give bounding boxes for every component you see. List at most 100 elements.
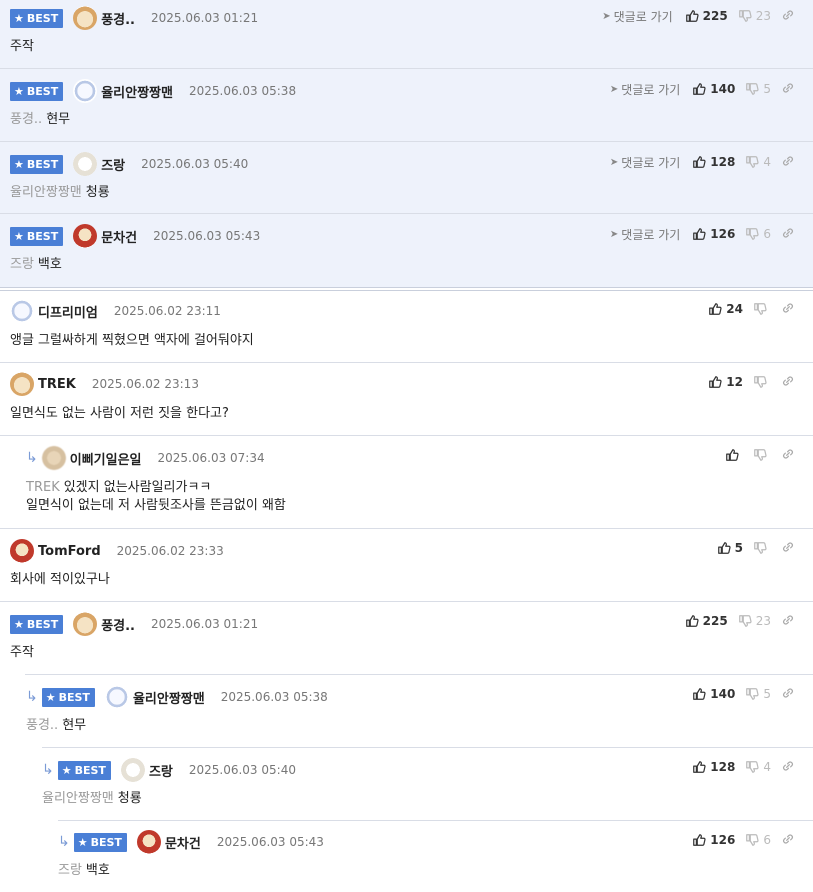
quoted-author[interactable]: 즈랑 (10, 257, 34, 272)
best-badge: ★ BEST (10, 614, 64, 634)
upvote-button[interactable]: 225 (685, 9, 728, 23)
comment-header: ★ BEST 문차건 2025.06.03 05:43 (10, 224, 260, 248)
copy-link-button[interactable] (781, 540, 795, 557)
upvote-button[interactable]: 140 (692, 82, 735, 96)
downvote-button[interactable] (753, 541, 771, 555)
avatar[interactable] (104, 685, 129, 709)
author-name[interactable]: 문차건 (101, 227, 137, 246)
quoted-author[interactable]: 풍경.. (26, 718, 58, 733)
go-to-comment-label: 댓글로 가기 (613, 9, 673, 24)
copy-link-button[interactable] (781, 447, 795, 464)
copy-link-button[interactable] (781, 81, 795, 98)
upvote-button[interactable]: 5 (717, 541, 743, 555)
upvote-button[interactable]: 128 (692, 760, 735, 774)
go-to-comment-link[interactable]: ➤ 댓글로 가기 (610, 154, 680, 171)
comment-date: 2025.06.03 05:40 (141, 157, 249, 171)
author-name[interactable]: 즈랑 (101, 155, 125, 174)
downvote-count: 5 (763, 82, 771, 96)
avatar[interactable] (73, 79, 98, 103)
copy-link-button[interactable] (781, 301, 795, 318)
quoted-author[interactable]: 율리안짱짱맨 (10, 185, 82, 200)
copy-link-button[interactable] (781, 154, 795, 171)
thumbs-down-icon (745, 82, 759, 96)
go-to-comment-link[interactable]: ➤ 댓글로 가기 (610, 226, 680, 243)
upvote-button[interactable]: 225 (685, 614, 728, 628)
downvote-button[interactable] (753, 302, 771, 316)
best-badge: ★ BEST (10, 154, 64, 174)
star-icon: ★ (14, 617, 24, 631)
downvote-button[interactable]: 23 (738, 9, 771, 23)
downvote-button[interactable]: 5 (745, 687, 771, 701)
avatar[interactable] (10, 299, 34, 323)
go-to-comment-link[interactable]: ➤ 댓글로 가기 (610, 81, 680, 98)
avatar[interactable] (10, 372, 34, 396)
upvote-button[interactable] (725, 448, 743, 462)
avatar[interactable] (120, 758, 145, 782)
copy-link-button[interactable] (781, 8, 795, 25)
comment-text: 주작 (10, 39, 34, 54)
quoted-author[interactable]: 즈랑 (58, 863, 82, 878)
downvote-count: 23 (755, 9, 771, 23)
send-arrow-icon: ➤ (609, 228, 619, 240)
downvote-button[interactable]: 4 (745, 155, 771, 169)
go-to-comment-link[interactable]: ➤ 댓글로 가기 (602, 8, 672, 25)
copy-link-button[interactable] (781, 226, 795, 243)
copy-link-button[interactable] (781, 613, 795, 630)
author-name[interactable]: TREK (38, 377, 76, 392)
author-name[interactable]: 이삐기일은일 (70, 449, 142, 468)
avatar[interactable] (136, 830, 161, 854)
author-name[interactable]: 디프리미엄 (38, 302, 98, 321)
copy-link-button[interactable] (781, 686, 795, 703)
author-name[interactable]: 풍경.. (101, 615, 135, 634)
copy-link-button[interactable] (781, 374, 795, 391)
upvote-button[interactable]: 126 (692, 833, 735, 847)
best-badge: ★ BEST (73, 832, 127, 852)
avatar[interactable] (41, 446, 66, 470)
comment-actions: ➤ 댓글로 가기 128 4 (610, 152, 795, 172)
quoted-author[interactable]: TREK (26, 480, 60, 495)
downvote-button[interactable]: 5 (745, 82, 771, 96)
author-name[interactable]: 풍경.. (101, 9, 135, 28)
downvote-count: 4 (763, 155, 771, 169)
comment-actions: 126 6 (692, 830, 795, 850)
comment-header: ★ BEST 율리안짱짱맨 2025.06.03 05:38 (10, 79, 296, 103)
upvote-count: 5 (734, 541, 743, 555)
comment-text: 현무 (46, 112, 71, 127)
author-name[interactable]: 문차건 (165, 833, 201, 852)
upvote-button[interactable]: 128 (692, 155, 735, 169)
avatar[interactable] (10, 539, 34, 563)
avatar[interactable] (73, 6, 98, 30)
downvote-button[interactable]: 4 (745, 760, 771, 774)
downvote-button[interactable]: 6 (745, 227, 771, 241)
author-name[interactable]: 율리안짱짱맨 (101, 82, 173, 101)
upvote-button[interactable]: 24 (708, 302, 743, 316)
send-arrow-icon: ➤ (609, 83, 619, 95)
copy-link-button[interactable] (781, 832, 795, 849)
quoted-author[interactable]: 풍경.. (10, 112, 42, 127)
upvote-button[interactable]: 140 (692, 687, 735, 701)
downvote-button[interactable] (753, 375, 771, 389)
upvote-button[interactable]: 126 (692, 227, 735, 241)
reply-arrow-icon: ↳ (58, 834, 70, 850)
author-name[interactable]: 즈랑 (149, 761, 173, 780)
avatar[interactable] (73, 224, 98, 248)
comment-text: 백호 (85, 863, 110, 878)
downvote-button[interactable]: 6 (745, 833, 771, 847)
quoted-author[interactable]: 율리안짱짱맨 (42, 791, 114, 806)
avatar[interactable] (73, 152, 98, 176)
comment-text: 청룡 (85, 185, 110, 200)
author-name[interactable]: 율리안짱짱맨 (133, 688, 205, 707)
downvote-count: 5 (763, 687, 771, 701)
copy-link-button[interactable] (781, 759, 795, 776)
comment-body: 풍경.. 현무 (10, 111, 70, 129)
upvote-button[interactable]: 12 (708, 375, 743, 389)
upvote-count: 128 (710, 155, 736, 169)
comment-date: 2025.06.02 23:13 (91, 377, 199, 391)
best-badge: ★ BEST (41, 687, 95, 707)
author-name[interactable]: TomFord (38, 544, 101, 559)
downvote-button[interactable] (753, 448, 771, 462)
downvote-button[interactable]: 23 (738, 614, 771, 628)
go-to-comment-label: 댓글로 가기 (621, 82, 681, 97)
best-badge: ★ BEST (57, 760, 111, 780)
avatar[interactable] (73, 612, 98, 636)
